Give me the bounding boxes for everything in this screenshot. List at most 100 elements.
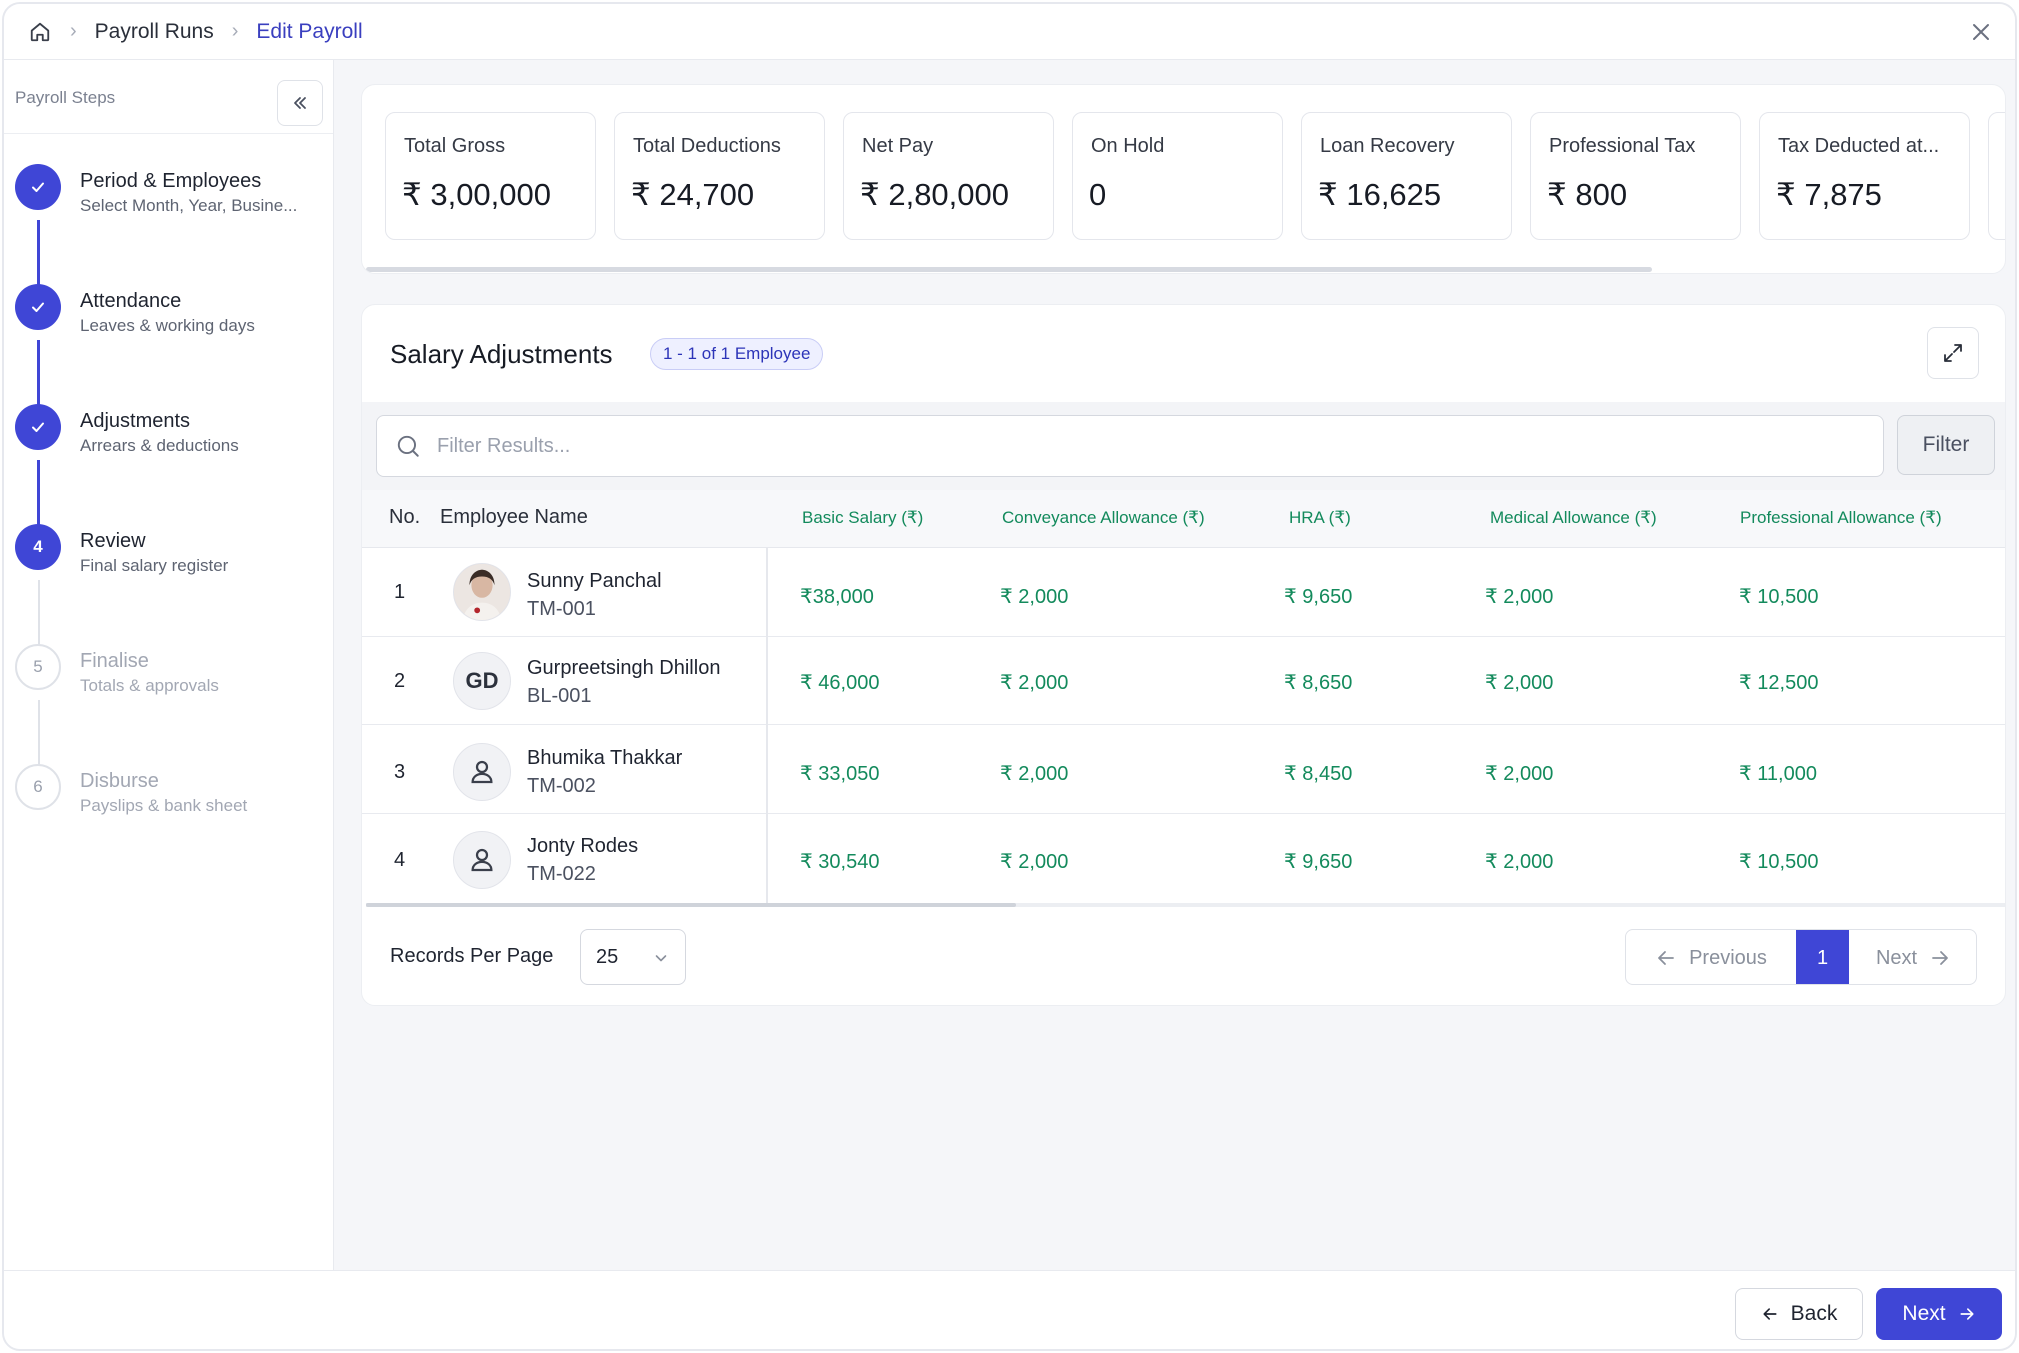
next-label: Next — [1902, 1302, 1946, 1325]
employee-id: BL-001 — [527, 685, 592, 707]
step-title: Attendance — [80, 290, 182, 312]
medical-value: ₹ 2,000 — [1485, 672, 1554, 694]
filter-button[interactable]: Filter — [1897, 415, 1995, 475]
chevrons-left-icon — [294, 97, 306, 109]
user-icon — [453, 831, 511, 889]
step-connector — [37, 220, 40, 292]
column-header-hra[interactable]: HRA (₹) — [1289, 508, 1351, 528]
filter-bar: Filter — [362, 402, 2005, 490]
kpi-value: ₹ 16,625 — [1318, 177, 1442, 212]
top-bar: › Payroll Runs › Edit Payroll — [4, 4, 2015, 60]
expand-icon — [1944, 344, 1962, 362]
records-per-page-value: 25 — [596, 946, 619, 968]
expand-button[interactable] — [1927, 327, 1979, 379]
kpi-total-deductions: Total Deductions ₹ 24,700 — [614, 112, 825, 240]
employee-name[interactable]: Bhumika Thakkar — [527, 747, 682, 770]
table-row[interactable]: 1 Sunny Panchal TM-001 ₹38,000 ₹ 2,000 ₹… — [362, 548, 2005, 637]
pagination: Previous 1 Next — [1625, 929, 1977, 985]
back-label: Back — [1790, 1302, 1838, 1325]
step-subtitle: Totals & approvals — [80, 676, 219, 695]
hra-value: ₹ 9,650 — [1284, 586, 1353, 608]
column-header-medical[interactable]: Medical Allowance (₹) — [1490, 508, 1657, 528]
table-row[interactable]: 4 Jonty Rodes TM-022 ₹ 30,540 ₹ 2,000 ₹ … — [362, 814, 2005, 903]
home-icon[interactable] — [28, 20, 52, 44]
kpi-scrollbar[interactable] — [366, 267, 1652, 272]
hra-value: ₹ 8,650 — [1284, 672, 1353, 694]
medical-value: ₹ 2,000 — [1485, 851, 1554, 873]
conveyance-value: ₹ 2,000 — [1000, 586, 1069, 608]
employee-id: TM-022 — [527, 863, 596, 885]
kpi-label: Tax Deducted at... — [1778, 135, 1940, 157]
row-number: 2 — [394, 670, 406, 692]
basic-salary-value: ₹38,000 — [800, 586, 874, 608]
professional-value: ₹ 12,500 — [1739, 672, 1819, 694]
avatar — [453, 563, 511, 621]
column-header-no[interactable]: No. — [389, 506, 420, 529]
kpi-professional-tax: Professional Tax ₹ 800 — [1530, 112, 1741, 240]
professional-value: ₹ 10,500 — [1739, 586, 1819, 608]
medical-value: ₹ 2,000 — [1485, 586, 1554, 608]
kpi-total-gross: Total Gross ₹ 3,00,000 — [385, 112, 596, 240]
step-subtitle: Final salary register — [80, 556, 229, 575]
sidebar-header: Payroll Steps — [4, 60, 333, 134]
footer-bar: Back Next — [4, 1270, 2015, 1349]
row-number: 1 — [394, 581, 406, 603]
table-row[interactable]: 2 GD Gurpreetsingh Dhillon BL-001 ₹ 46,0… — [362, 637, 2005, 725]
row-number: 3 — [394, 761, 406, 783]
kpi-card-overflow — [1988, 112, 2005, 240]
conveyance-value: ₹ 2,000 — [1000, 851, 1069, 873]
arrow-left-icon — [1658, 951, 1674, 965]
column-header-employee-name[interactable]: Employee Name — [440, 506, 588, 529]
column-header-basic-salary[interactable]: Basic Salary (₹) — [802, 508, 923, 528]
scrollbar-thumb[interactable] — [366, 903, 1016, 907]
next-button[interactable]: Next — [1876, 1288, 2002, 1340]
close-icon[interactable] — [1967, 18, 1995, 46]
kpi-label: Net Pay — [862, 135, 934, 157]
basic-salary-value: ₹ 46,000 — [800, 672, 880, 694]
step-connector — [37, 460, 40, 532]
records-per-page-select[interactable]: 25 — [580, 929, 686, 985]
kpi-value: ₹ 2,80,000 — [860, 177, 1010, 212]
previous-page-button[interactable]: Previous — [1626, 930, 1796, 984]
step-subtitle: Payslips & bank sheet — [80, 796, 248, 815]
medical-value: ₹ 2,000 — [1485, 763, 1554, 785]
chevron-right-icon: › — [70, 20, 77, 42]
next-page-button[interactable]: Next — [1849, 930, 1976, 984]
breadcrumb-payroll-runs[interactable]: Payroll Runs — [95, 20, 214, 44]
professional-value: ₹ 10,500 — [1739, 851, 1819, 873]
check-icon — [15, 164, 61, 210]
kpi-label: Total Deductions — [633, 135, 781, 157]
column-header-conveyance[interactable]: Conveyance Allowance (₹) — [1002, 508, 1205, 528]
kpi-value: ₹ 7,875 — [1776, 177, 1882, 212]
page-1-button[interactable]: 1 — [1796, 930, 1849, 984]
kpi-label: Loan Recovery — [1320, 135, 1455, 157]
employee-name[interactable]: Jonty Rodes — [527, 835, 638, 858]
search-box — [376, 415, 1884, 477]
step-subtitle: Leaves & working days — [80, 316, 255, 335]
kpi-value: ₹ 800 — [1547, 177, 1628, 212]
user-icon — [453, 743, 511, 801]
panel-title: Salary Adjustments — [390, 339, 613, 369]
breadcrumb-edit-payroll: Edit Payroll — [256, 19, 363, 43]
step-title: Disburse — [80, 770, 159, 792]
back-button[interactable]: Back — [1735, 1288, 1863, 1340]
conveyance-value: ₹ 2,000 — [1000, 672, 1069, 694]
employee-count-badge: 1 - 1 of 1 Employee — [650, 338, 824, 370]
table-row[interactable]: 3 Bhumika Thakkar TM-002 ₹ 33,050 ₹ 2,00… — [362, 725, 2005, 814]
collapse-sidebar-button[interactable] — [277, 80, 323, 126]
step-number: 4 — [15, 524, 61, 570]
filter-input[interactable] — [437, 428, 1837, 464]
kpi-value: 0 — [1089, 177, 1107, 212]
basic-salary-value: ₹ 33,050 — [800, 763, 880, 785]
employee-name[interactable]: Gurpreetsingh Dhillon — [527, 657, 720, 680]
kpi-value: ₹ 24,700 — [631, 177, 755, 212]
step-connector — [37, 340, 40, 412]
employee-id: TM-001 — [527, 598, 596, 620]
employee-name[interactable]: Sunny Panchal — [527, 570, 662, 593]
step-number: 5 — [15, 644, 61, 690]
table-scrollbar[interactable] — [366, 903, 2005, 907]
step-subtitle: Arrears & deductions — [80, 436, 239, 455]
arrow-right-icon — [1932, 951, 1948, 965]
hra-value: ₹ 8,450 — [1284, 763, 1353, 785]
column-header-professional[interactable]: Professional Allowance (₹) — [1740, 508, 1942, 528]
